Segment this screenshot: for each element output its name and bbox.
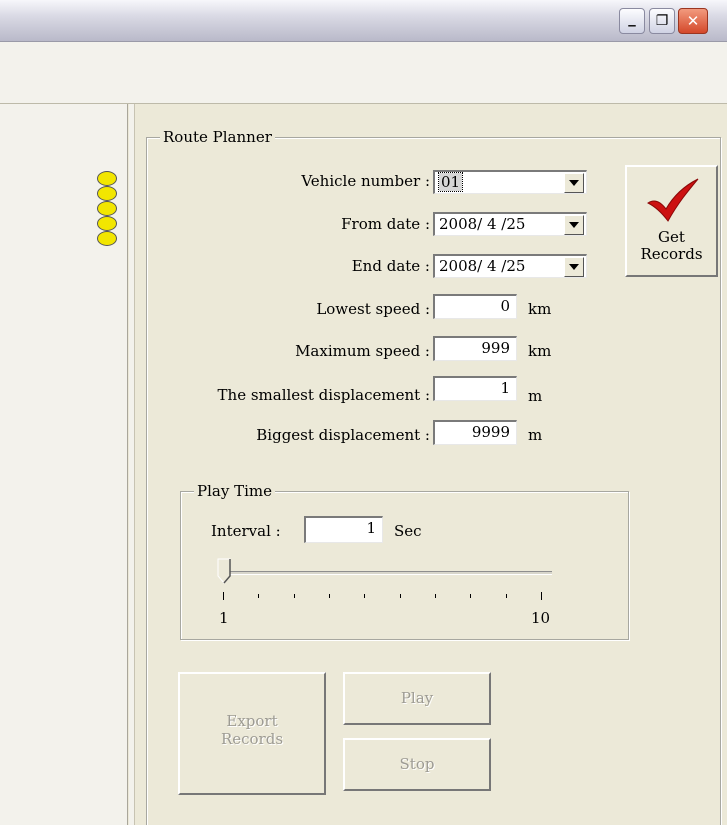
slider-tick	[258, 594, 260, 598]
checkmark-icon	[646, 178, 698, 222]
slider-max-label: 10	[531, 609, 551, 627]
smallest-displacement-unit: m	[528, 387, 543, 405]
slider-tick	[505, 594, 507, 598]
lowest-speed-label: Lowest speed :	[316, 300, 430, 318]
from-date-label: From date :	[341, 215, 430, 233]
chevron-down-icon[interactable]	[564, 173, 584, 193]
vehicle-number-label: Vehicle number :	[301, 172, 430, 190]
stop-button[interactable]: Stop	[343, 738, 491, 791]
slider-tick	[293, 594, 295, 598]
restore-icon: ❐	[655, 13, 669, 29]
minimize-icon: _	[628, 9, 636, 27]
biggest-displacement-unit: m	[528, 426, 543, 444]
from-date-picker[interactable]: 2008/ 4 /25	[433, 212, 587, 236]
slider-tick	[329, 594, 330, 598]
status-indicator-icon	[97, 216, 117, 231]
from-date-value: 2008/ 4 /25	[439, 215, 526, 233]
chevron-down-icon[interactable]	[564, 215, 584, 235]
play-button[interactable]: Play	[343, 672, 491, 725]
smallest-displacement-label: The smallest displacement :	[217, 386, 430, 404]
vehicle-number-select[interactable]: 01	[433, 170, 587, 194]
interval-input[interactable]: 1	[304, 516, 383, 543]
play-time-group	[180, 491, 629, 640]
slider-tick	[541, 592, 542, 600]
minimize-button[interactable]: _	[619, 8, 645, 34]
export-records-label-1: Export	[226, 712, 278, 730]
slider-min-label: 1	[219, 609, 229, 627]
biggest-displacement-label: Biggest displacement :	[256, 426, 430, 444]
slider-tick	[223, 592, 224, 600]
lowest-speed-unit: km	[528, 300, 552, 318]
lowest-speed-input[interactable]: 0	[433, 294, 517, 319]
slider-tick	[470, 594, 472, 598]
interval-label: Interval :	[211, 522, 281, 540]
get-records-label-1: Get	[658, 228, 685, 246]
maximum-speed-label: Maximum speed :	[295, 342, 430, 360]
slider-tick	[435, 594, 436, 598]
slider-thumb-icon	[217, 558, 231, 584]
chevron-down-icon[interactable]	[564, 257, 584, 277]
pane-splitter[interactable]	[129, 104, 135, 825]
end-date-value: 2008/ 4 /25	[439, 257, 526, 275]
interval-slider-track[interactable]	[220, 571, 552, 575]
status-indicator-icon	[97, 231, 117, 246]
end-date-label: End date :	[351, 257, 430, 275]
window-title-bar	[0, 0, 727, 42]
vehicle-number-value: 01	[437, 172, 464, 192]
play-time-title: Play Time	[194, 482, 275, 500]
export-records-label-2: Records	[220, 730, 284, 748]
biggest-displacement-input[interactable]: 9999	[433, 420, 517, 445]
close-icon: ✕	[686, 12, 700, 30]
smallest-displacement-input[interactable]: 1	[433, 376, 517, 401]
route-planner-title: Route Planner	[160, 128, 275, 146]
maximum-speed-input[interactable]: 999	[433, 336, 517, 361]
interval-slider-thumb[interactable]	[217, 558, 233, 584]
slider-tick	[364, 594, 366, 598]
status-indicator-icon	[97, 171, 117, 186]
maximum-speed-unit: km	[528, 342, 552, 360]
toolbar-area	[0, 42, 727, 104]
interval-unit: Sec	[394, 522, 422, 540]
get-records-label-2: Records	[640, 245, 703, 263]
get-records-button[interactable]: Get Records	[625, 165, 718, 277]
slider-tick	[399, 594, 401, 598]
close-button[interactable]: ✕	[678, 8, 708, 34]
status-indicator-icon	[97, 186, 117, 201]
status-indicator-icon	[97, 201, 117, 216]
end-date-picker[interactable]: 2008/ 4 /25	[433, 254, 587, 278]
export-records-button[interactable]: Export Records	[178, 672, 326, 795]
restore-button[interactable]: ❐	[649, 8, 675, 34]
